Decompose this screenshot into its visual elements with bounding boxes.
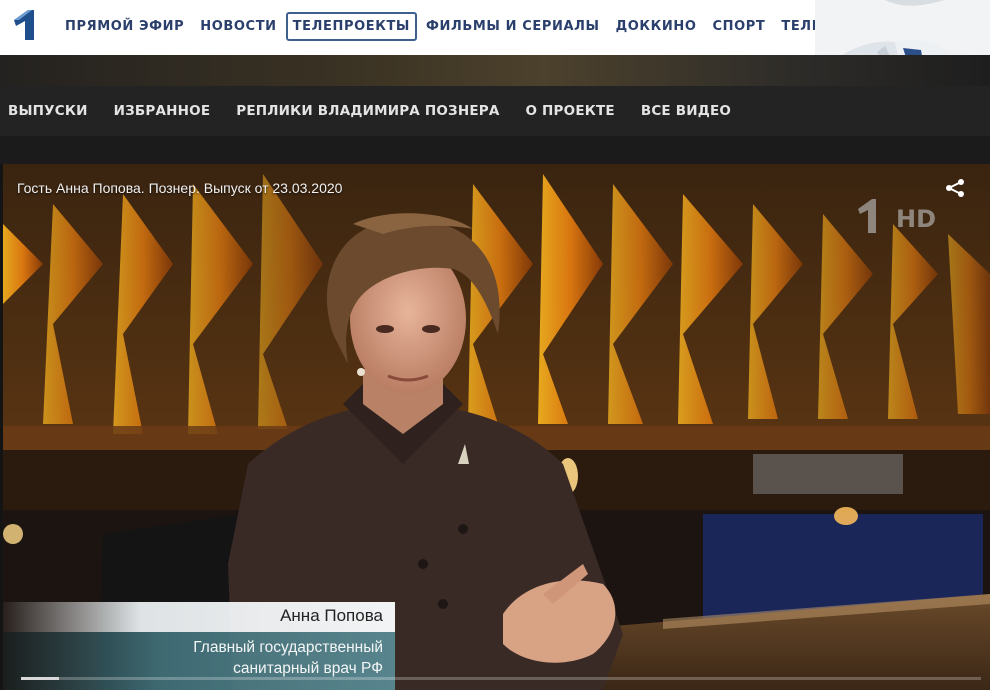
nav-item-4[interactable]: ДОККИНО bbox=[609, 12, 704, 41]
header-promo-image bbox=[815, 0, 990, 55]
section-nav: ВЫПУСКИ ИЗБРАННОЕ РЕПЛИКИ ВЛАДИМИРА ПОЗНЕР… bbox=[0, 86, 990, 136]
lower-third-name-bar: Анна Попова bbox=[3, 602, 395, 632]
nav-item-3[interactable]: ФИЛЬМЫ И СЕРИАЛЫ bbox=[419, 12, 607, 41]
section-nav-item-2[interactable]: РЕПЛИКИ ВЛАДИМИРА ПОЗНЕРА bbox=[236, 103, 499, 119]
channel-one-logo-icon[interactable] bbox=[10, 8, 42, 42]
nav-item-5[interactable]: СПОРТ bbox=[705, 12, 772, 41]
nav-item-2[interactable]: ТЕЛЕПРОЕКТЫ bbox=[285, 12, 417, 41]
nav-item-1[interactable]: НОВОСТИ bbox=[193, 12, 283, 41]
video-player[interactable]: Гость Анна Попова. Познер. Выпуск от 23.… bbox=[3, 164, 990, 690]
channel-bug-text: HD bbox=[896, 205, 936, 233]
section-nav-item-4[interactable]: ВСЕ ВИДЕО bbox=[641, 103, 731, 119]
channel-bug-logo-icon: HD bbox=[854, 197, 944, 237]
share-icon[interactable] bbox=[944, 178, 966, 198]
video-progress-bar[interactable] bbox=[21, 677, 981, 680]
lower-third-role-bar: Главный государственный санитарный врач … bbox=[3, 632, 395, 690]
section-gap bbox=[0, 136, 990, 164]
video-title: Гость Анна Попова. Познер. Выпуск от 23.… bbox=[17, 180, 343, 196]
main-nav: ПРЯМОЙ ЭФИР НОВОСТИ ТЕЛЕПРОЕКТЫ ФИЛЬМЫ И СЕ… bbox=[58, 12, 931, 41]
section-nav-item-1[interactable]: ИЗБРАННОЕ bbox=[114, 103, 211, 119]
hero-strip bbox=[0, 55, 990, 86]
nav-item-0[interactable]: ПРЯМОЙ ЭФИР bbox=[58, 12, 191, 41]
top-header: ПРЯМОЙ ЭФИР НОВОСТИ ТЕЛЕПРОЕКТЫ ФИЛЬМЫ И СЕ… bbox=[0, 0, 990, 55]
guest-role-line-1: Главный государственный bbox=[193, 639, 383, 656]
video-progress-fill bbox=[21, 677, 60, 680]
section-nav-item-3[interactable]: О ПРОЕКТЕ bbox=[525, 103, 614, 119]
guest-role-line-2: санитарный врач РФ bbox=[233, 660, 383, 677]
guest-name: Анна Попова bbox=[280, 606, 383, 625]
section-nav-item-0[interactable]: ВЫПУСКИ bbox=[8, 103, 88, 119]
